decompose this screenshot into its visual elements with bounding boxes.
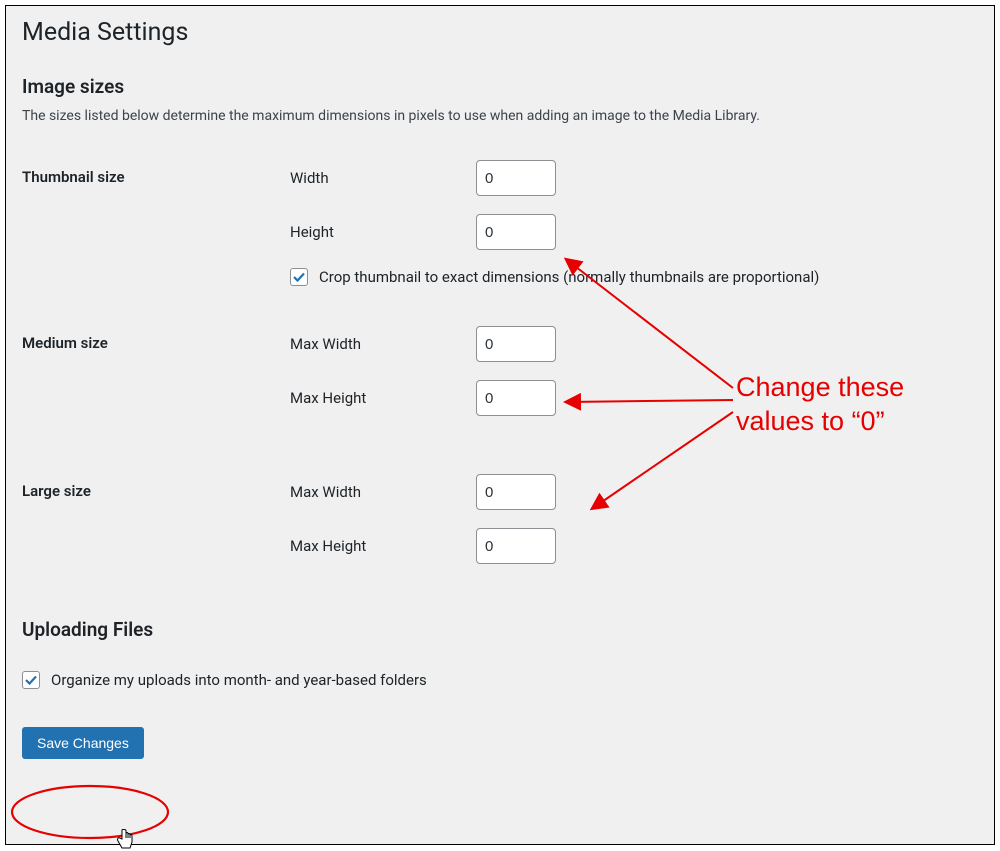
- crop-thumbnail-label: Crop thumbnail to exact dimensions (norm…: [319, 268, 819, 286]
- thumbnail-size-row: Thumbnail size Width Height Crop thumbna…: [22, 160, 978, 286]
- large-max-height-label: Max Height: [290, 537, 476, 555]
- medium-max-height-label: Max Height: [290, 389, 476, 407]
- thumbnail-width-label: Width: [290, 169, 476, 187]
- uploading-files-heading: Uploading Files: [22, 618, 978, 641]
- check-icon: [292, 270, 306, 284]
- thumbnail-height-label: Height: [290, 223, 476, 241]
- annotation-oval: [6, 782, 181, 842]
- large-size-row: Large size Max Width Max Height: [22, 474, 978, 582]
- thumbnail-size-label: Thumbnail size: [22, 160, 290, 186]
- medium-size-row: Medium size Max Width Max Height: [22, 326, 978, 434]
- large-max-width-label: Max Width: [290, 483, 476, 501]
- medium-max-width-label: Max Width: [290, 335, 476, 353]
- medium-max-width-input[interactable]: [476, 326, 556, 362]
- organize-uploads-checkbox[interactable]: [22, 671, 40, 689]
- crop-thumbnail-checkbox[interactable]: [290, 268, 308, 286]
- medium-size-label: Medium size: [22, 326, 290, 352]
- thumbnail-height-input[interactable]: [476, 214, 556, 250]
- large-max-width-input[interactable]: [476, 474, 556, 510]
- image-sizes-heading: Image sizes: [22, 75, 978, 98]
- large-size-label: Large size: [22, 474, 290, 500]
- organize-uploads-label: Organize my uploads into month- and year…: [51, 671, 427, 689]
- check-icon: [24, 673, 38, 687]
- thumbnail-width-input[interactable]: [476, 160, 556, 196]
- page-title: Media Settings: [22, 18, 978, 47]
- save-changes-button[interactable]: Save Changes: [22, 727, 144, 759]
- media-settings-page: Media Settings Image sizes The sizes lis…: [5, 5, 995, 845]
- medium-max-height-input[interactable]: [476, 380, 556, 416]
- large-max-height-input[interactable]: [476, 528, 556, 564]
- image-sizes-description: The sizes listed below determine the max…: [22, 108, 978, 124]
- cursor-pointer-icon: [116, 829, 136, 851]
